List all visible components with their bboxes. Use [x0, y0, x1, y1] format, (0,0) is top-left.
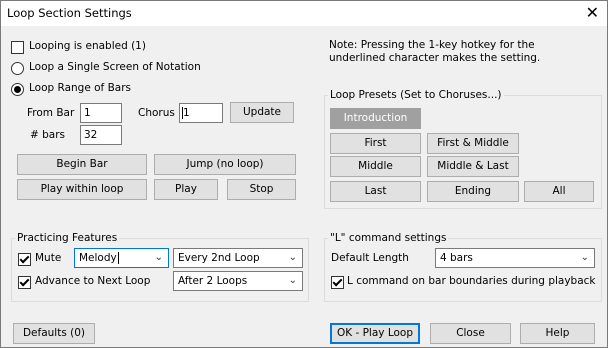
mute-frequency-select[interactable]: Every 2nd Loop ⌄ — [173, 248, 303, 268]
close-icon[interactable]: ✕ — [586, 3, 599, 22]
begin-bar-button[interactable]: Begin Bar — [17, 154, 147, 175]
defaults-button[interactable]: Defaults (0) — [13, 323, 95, 344]
bar-boundaries-label: L command on bar boundaries during playb… — [347, 275, 596, 287]
title-bar: Loop Section Settings ✕ — [1, 1, 607, 26]
ok-play-loop-button[interactable]: OK - Play Loop — [330, 323, 420, 344]
default-length-select[interactable]: 4 bars ⌄ — [435, 248, 595, 268]
preset-middle-last-button[interactable]: Middle & Last — [427, 156, 519, 177]
default-length-label: Default Length — [331, 252, 409, 264]
hotkey-note: Note: Pressing the 1-key hotkey for the … — [329, 39, 541, 64]
preset-ending-button[interactable]: Ending — [427, 181, 519, 202]
from-bar-input[interactable]: 1 — [80, 103, 122, 123]
advance-after-select[interactable]: After 2 Loops ⌄ — [173, 271, 303, 291]
advance-checkbox[interactable] — [18, 276, 31, 289]
close-button[interactable]: Close — [430, 323, 511, 344]
mute-part-select[interactable]: Melody ⌄ — [74, 248, 169, 268]
loop-range-label: Loop Range of Bars — [29, 82, 132, 94]
bars-label: # bars — [30, 129, 66, 141]
l-command-label: "L" command settings — [328, 232, 449, 244]
chevron-down-icon: ⌄ — [154, 252, 163, 263]
practicing-features-label: Practicing Features — [15, 232, 120, 244]
jump-no-loop-button[interactable]: Jump (no loop) — [154, 154, 296, 175]
loop-single-screen-radio[interactable] — [11, 62, 24, 75]
chevron-down-icon: ⌄ — [580, 252, 589, 263]
loop-section-settings-dialog: Loop Section Settings ✕ Looping is enabl… — [0, 0, 608, 348]
preset-first-middle-button[interactable]: First & Middle — [427, 133, 519, 154]
chevron-down-icon: ⌄ — [288, 275, 297, 286]
preset-middle-button[interactable]: Middle — [330, 156, 421, 177]
bars-input[interactable]: 32 — [80, 125, 122, 145]
text-caret — [117, 252, 119, 264]
preset-all-button[interactable]: All — [524, 181, 594, 202]
play-within-loop-button[interactable]: Play within loop — [17, 179, 147, 200]
update-button[interactable]: Update — [230, 102, 294, 123]
window-title: Loop Section Settings — [7, 6, 132, 20]
help-button[interactable]: Help — [520, 323, 595, 344]
from-bar-label: From Bar — [27, 107, 75, 119]
mute-label: Mute — [35, 252, 62, 264]
loop-single-screen-label: Loop a Single Screen of Notation — [29, 61, 201, 73]
stop-button[interactable]: Stop — [227, 179, 296, 200]
loop-range-radio[interactable] — [11, 83, 24, 96]
chorus-input[interactable]: 1 — [179, 103, 223, 123]
bar-boundaries-checkbox[interactable] — [331, 276, 344, 289]
play-button[interactable]: Play — [154, 179, 218, 200]
advance-label: Advance to Next Loop — [35, 275, 151, 287]
chevron-down-icon: ⌄ — [288, 252, 297, 263]
mute-checkbox[interactable] — [18, 253, 31, 266]
preset-first-button[interactable]: First — [330, 133, 421, 154]
looping-enabled-label: Looping is enabled (1) — [29, 40, 146, 52]
preset-introduction-button[interactable]: Introduction — [330, 108, 421, 129]
preset-last-button[interactable]: Last — [330, 181, 421, 202]
loop-presets-label: Loop Presets (Set to Choruses...) — [328, 89, 504, 101]
looping-enabled-checkbox[interactable] — [11, 41, 24, 54]
